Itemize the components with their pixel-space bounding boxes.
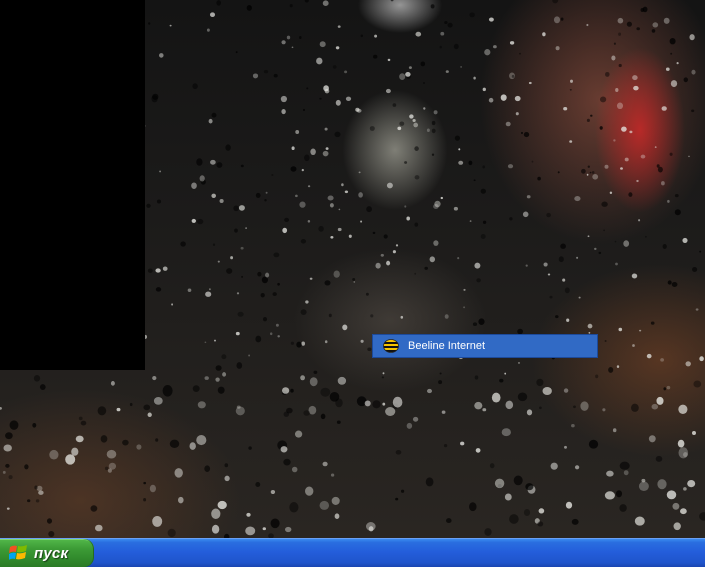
start-button-label: пуск: [34, 544, 69, 562]
windows-xp-logo-icon: [8, 544, 28, 562]
taskbar[interactable]: пуск: [0, 538, 705, 567]
beeline-bee-icon: [383, 339, 399, 353]
black-rectangle: [0, 0, 145, 370]
desktop-wallpaper[interactable]: Beeline Internet: [0, 0, 705, 538]
context-menu-item-beeline-internet[interactable]: Beeline Internet: [372, 334, 598, 358]
context-menu-item-label: Beeline Internet: [408, 340, 486, 352]
start-button[interactable]: пуск: [0, 539, 94, 567]
